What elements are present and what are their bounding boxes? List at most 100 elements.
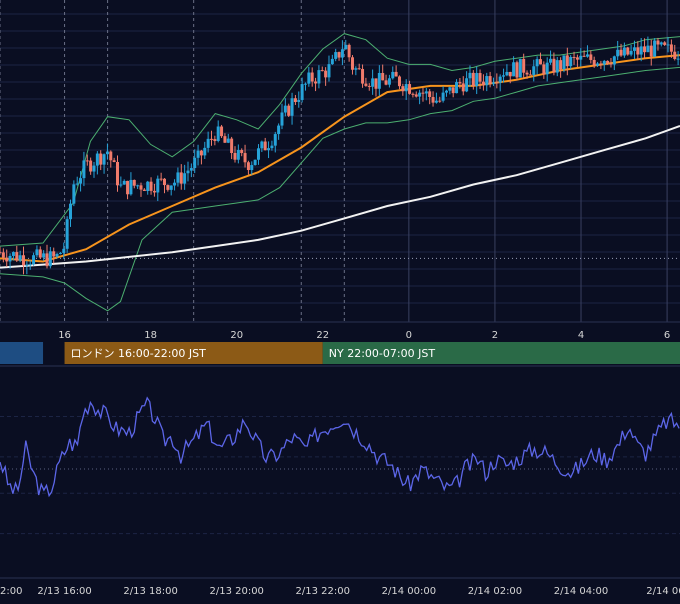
hour-tick-label: 2: [492, 330, 498, 341]
candle-body: [418, 92, 422, 97]
candle-body: [52, 251, 56, 257]
candle-body: [585, 54, 589, 57]
candle-body: [206, 138, 210, 148]
candle-body: [559, 60, 563, 70]
candle-body: [589, 54, 593, 60]
candle-body: [649, 45, 653, 57]
candle-body: [156, 178, 160, 193]
candle-body: [431, 96, 435, 103]
candle-body: [609, 63, 613, 65]
candle-body: [126, 180, 130, 195]
candle-body: [565, 55, 569, 67]
candle-body: [599, 63, 603, 65]
candle-body: [152, 190, 156, 193]
candle-body: [465, 78, 469, 92]
candle-body: [391, 71, 395, 79]
hour-tick-label: 20: [230, 330, 243, 341]
candle-body: [142, 189, 146, 191]
candle-body: [146, 181, 150, 191]
candle-body: [408, 84, 412, 94]
candle-body: [448, 87, 452, 91]
candle-body: [639, 46, 643, 55]
time-tick-label: 2/13 20:00: [209, 586, 263, 597]
candle-body: [273, 134, 277, 146]
candle-body: [659, 42, 663, 45]
session-bar: ロンドン 16:00-22:00 JST NY 22:00-07:00 JST: [0, 342, 680, 364]
candle-body: [488, 76, 492, 84]
candle-body: [277, 125, 281, 135]
candle-body: [263, 141, 267, 151]
candle-body: [310, 72, 314, 82]
candle-body: [532, 66, 536, 75]
candle-body: [411, 93, 415, 95]
candle-body: [656, 40, 660, 45]
candle-body: [45, 253, 49, 267]
candle-body: [451, 87, 455, 94]
candle-body: [612, 56, 616, 65]
candle-body: [626, 47, 630, 55]
candle-body: [11, 252, 15, 256]
candle-body: [293, 98, 297, 103]
session-block: [0, 342, 44, 364]
candle-body: [622, 47, 626, 56]
candle-body: [55, 253, 59, 257]
candle-body: [48, 251, 52, 267]
candle-body: [115, 162, 119, 186]
candle-body: [424, 91, 428, 94]
candle-body: [632, 47, 636, 51]
candle-body: [216, 126, 220, 141]
candle-body: [5, 257, 9, 262]
candle-body: [337, 52, 341, 58]
candle-body: [438, 100, 442, 102]
candle-body: [361, 68, 365, 84]
candle-body: [236, 150, 240, 160]
candle-body: [233, 152, 237, 160]
candle-body: [270, 145, 274, 149]
candle-body: [119, 184, 123, 186]
candle-body: [669, 44, 673, 52]
candle-body: [283, 105, 287, 113]
candle-body: [68, 203, 72, 220]
candle-body: [213, 139, 217, 141]
candle-body: [384, 80, 388, 85]
candle-body: [159, 178, 163, 180]
candle-body: [653, 40, 657, 57]
candle-body: [495, 82, 499, 84]
candle-body: [377, 72, 381, 89]
candle-body: [646, 45, 650, 53]
hour-tick-label: 6: [664, 330, 670, 341]
candle-body: [196, 150, 200, 158]
candle-body: [572, 56, 576, 58]
candle-body: [518, 58, 522, 78]
candle-body: [364, 83, 368, 86]
candle-body: [243, 153, 247, 163]
candle-body: [58, 252, 62, 254]
candle-body: [602, 60, 606, 65]
candle-body: [62, 248, 66, 253]
candle-body: [444, 90, 448, 93]
hour-tick-label: 16: [58, 330, 71, 341]
time-tick-label: 2/14 02:00: [468, 586, 522, 597]
time-tick-label: 2:00: [0, 586, 22, 597]
candle-body: [663, 42, 667, 45]
candle-body: [394, 71, 398, 77]
candle-body: [132, 179, 136, 186]
candle-body: [340, 49, 344, 58]
candle-body: [535, 59, 539, 67]
candle-body: [199, 150, 203, 156]
candle-body: [179, 172, 183, 184]
candle-body: [471, 72, 475, 87]
session-label: ロンドン 16:00-22:00 JST: [71, 347, 207, 360]
candle-body: [434, 100, 438, 103]
candle-body: [183, 173, 187, 184]
candle-body: [508, 71, 512, 77]
candle-body: [347, 44, 351, 58]
candle-body: [176, 172, 180, 183]
candle-body: [636, 47, 640, 55]
candle-body: [552, 58, 556, 73]
candle-body: [481, 81, 485, 86]
candle-body: [371, 78, 375, 87]
candle-body: [300, 84, 304, 100]
time-tick-label: 2/14 04:00: [554, 586, 608, 597]
candle-body: [381, 72, 385, 81]
